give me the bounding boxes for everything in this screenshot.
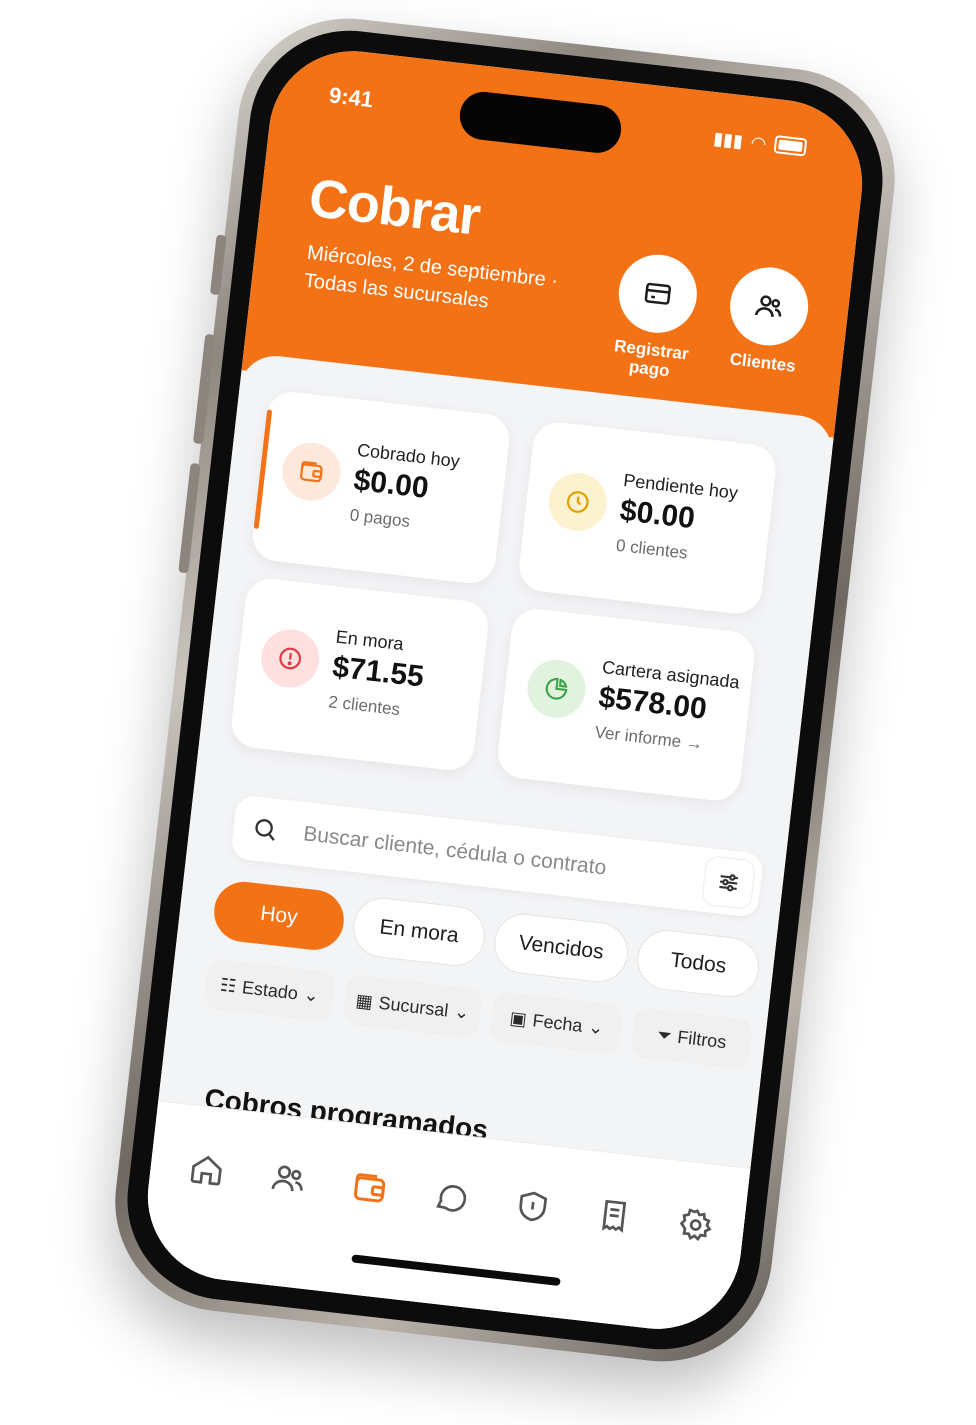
wifi-icon: ◠ — [749, 132, 768, 155]
chip-overdue[interactable]: En mora — [350, 894, 489, 970]
home-icon[interactable] — [182, 1145, 231, 1194]
list-icon: ☷ — [219, 974, 238, 996]
card-icon — [614, 250, 702, 337]
card-overdue[interactable]: En mora $71.55 2 clientes — [228, 576, 491, 773]
users-icon[interactable] — [264, 1154, 313, 1203]
status-time: 9:41 — [327, 82, 375, 113]
calendar-icon: ▣ — [508, 1007, 528, 1030]
bezel: 9:41 ▮▮▮ ◠ Cobrar Miércoles, 2 de septie… — [116, 20, 894, 1360]
chip-today[interactable]: Hoy — [211, 878, 347, 954]
wallet-icon — [279, 439, 344, 504]
filter-label: Filtros — [676, 1026, 728, 1052]
clock-icon — [545, 469, 610, 535]
card-amount: $71.55 — [330, 650, 426, 694]
card-detail: 0 clientes — [615, 535, 689, 563]
filter-status[interactable]: ☷ Estado ⌄ — [203, 958, 336, 1023]
chip-all[interactable]: Todos — [634, 926, 763, 1001]
filter-label: Estado — [241, 976, 300, 1003]
filter-more[interactable]: ⏷ Filtros — [630, 1006, 754, 1070]
chevron-down-icon: ⌄ — [302, 983, 321, 1006]
receipt-icon[interactable] — [590, 1191, 639, 1240]
stage: 9:41 ▮▮▮ ◠ Cobrar Miércoles, 2 de septie… — [0, 0, 976, 1425]
phone-frame: 9:41 ▮▮▮ ◠ Cobrar Miércoles, 2 de septie… — [103, 6, 907, 1374]
filter-label: Sucursal — [377, 992, 450, 1021]
register-payment-button[interactable]: Registrar pago — [605, 250, 704, 383]
users-icon — [725, 263, 813, 350]
card-amount: $0.00 — [351, 463, 431, 505]
search-input[interactable]: Buscar cliente, cédula o contrato — [302, 822, 607, 880]
pie-icon — [524, 656, 589, 721]
building-icon: ▦ — [354, 989, 374, 1012]
signal-icon: ▮▮▮ — [712, 128, 745, 152]
dynamic-island — [457, 89, 624, 156]
card-collected-today[interactable]: Cobrado hoy $0.00 0 pagos — [250, 389, 512, 586]
sliders-icon[interactable] — [702, 855, 756, 910]
chevron-down-icon: ⌄ — [453, 1000, 471, 1023]
shield-icon[interactable] — [508, 1182, 557, 1231]
header-subtitle: Miércoles, 2 de septiembre · Todas las s… — [302, 239, 559, 323]
chat-icon[interactable] — [427, 1173, 476, 1222]
card-assigned-portfolio[interactable]: Cartera asignada $578.00 Ver informe → — [495, 606, 757, 804]
page-title: Cobrar — [306, 167, 483, 247]
filter-date[interactable]: ▣ Fecha ⌄ — [489, 990, 625, 1056]
wallet-icon[interactable] — [345, 1164, 394, 1213]
filter-branch[interactable]: ▦ Sucursal ⌄ — [342, 974, 483, 1040]
home-indicator — [351, 1254, 561, 1287]
card-detail: 0 pagos — [348, 505, 412, 532]
clients-label: Clientes — [728, 349, 797, 376]
screen: 9:41 ▮▮▮ ◠ Cobrar Miércoles, 2 de septie… — [138, 42, 872, 1338]
volume-up-button — [192, 333, 216, 445]
chevron-down-icon: ⌄ — [587, 1016, 605, 1038]
volume-down-button — [178, 462, 201, 574]
filter-label: Fecha — [531, 1009, 584, 1036]
card-detail: 2 clientes — [327, 692, 401, 720]
status-icons: ▮▮▮ ◠ — [712, 128, 808, 159]
active-indicator — [253, 409, 273, 530]
alert-icon — [258, 626, 323, 691]
search-icon — [250, 814, 282, 850]
battery-icon — [773, 135, 808, 157]
funnel-icon: ⏷ — [656, 1024, 673, 1046]
card-pending-today[interactable]: Pendiente hoy $0.00 0 clientes — [516, 419, 779, 617]
chip-expired[interactable]: Vencidos — [491, 910, 632, 986]
view-report-link[interactable]: Ver informe → — [594, 722, 704, 754]
settings-icon[interactable] — [671, 1201, 720, 1250]
action-button — [209, 234, 227, 296]
clients-button[interactable]: Clientes — [719, 263, 816, 377]
card-amount: $0.00 — [618, 493, 697, 536]
